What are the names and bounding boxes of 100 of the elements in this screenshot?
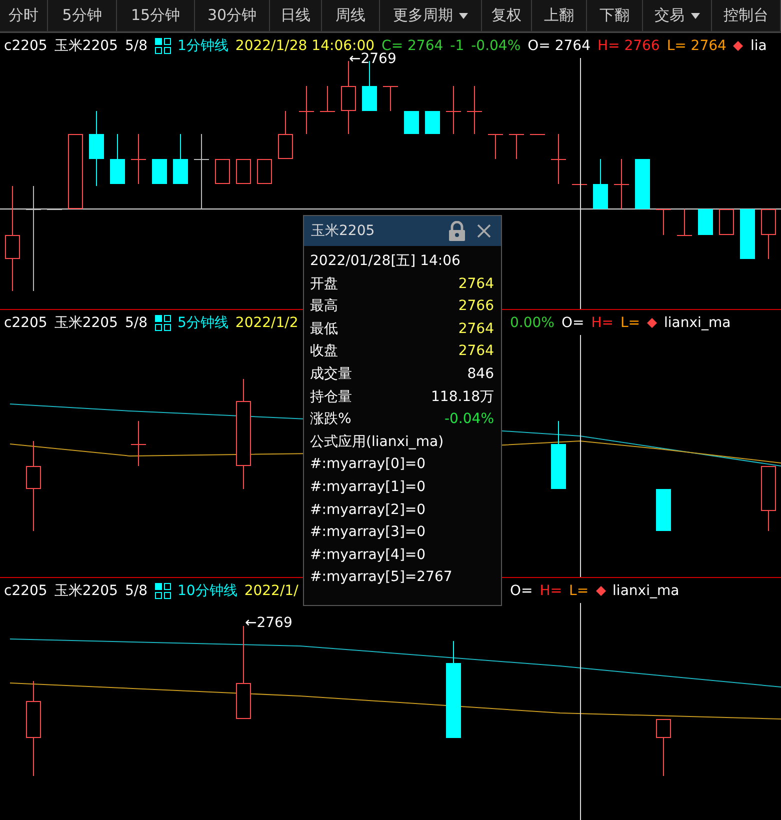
period-tab[interactable]: 15分钟 bbox=[117, 0, 195, 31]
period-tab[interactable]: 5分钟 bbox=[48, 0, 117, 31]
candlestick bbox=[46, 209, 62, 210]
dropdown-button[interactable]: 更多周期 bbox=[380, 0, 482, 31]
period-label: 1分钟线 bbox=[178, 37, 228, 55]
close-icon bbox=[477, 224, 491, 238]
low-price: L= 2764 bbox=[666, 38, 726, 54]
high-price: H= bbox=[540, 583, 562, 599]
page-count: 5/8 bbox=[124, 38, 148, 54]
timestamp: 2022/1/2 bbox=[235, 315, 298, 331]
grid-icon[interactable] bbox=[154, 38, 170, 54]
dropdown-button[interactable]: 交易 bbox=[643, 0, 712, 31]
diamond-icon bbox=[596, 586, 606, 596]
lock-icon bbox=[447, 221, 467, 241]
candlestick bbox=[425, 110, 440, 134]
price-marker: ←2769 bbox=[245, 615, 292, 631]
toolbar-button[interactable]: 上翻 bbox=[532, 0, 587, 31]
contract-name: 玉米2205 bbox=[54, 314, 118, 332]
candlestick bbox=[382, 86, 398, 112]
field-value: 2766 bbox=[458, 297, 494, 316]
diamond-icon bbox=[647, 318, 658, 328]
high-price: H= bbox=[591, 315, 614, 331]
change-percent: 0.00% bbox=[510, 315, 554, 331]
candlestick bbox=[236, 158, 251, 184]
period-tab[interactable]: 30分钟 bbox=[195, 0, 270, 31]
toolbar-button[interactable]: 复权 bbox=[482, 0, 532, 31]
low-price: L= bbox=[569, 583, 589, 599]
contract-code: c2205 bbox=[4, 38, 48, 54]
formula-output: #:myarray[0]=0 bbox=[310, 455, 427, 474]
contract-name: 玉米2205 bbox=[54, 582, 118, 600]
open-price: O= bbox=[510, 583, 533, 599]
field-label: 收盘 bbox=[310, 342, 338, 362]
candlestick bbox=[530, 134, 546, 135]
contract-name: 玉米2205 bbox=[54, 37, 118, 55]
field-label: 最高 bbox=[310, 297, 338, 316]
bar-datetime: 2022/01/28[五] 14:06 bbox=[310, 252, 462, 271]
candlestick bbox=[173, 134, 188, 184]
field-label: 开盘 bbox=[310, 274, 338, 294]
indicator-name: lia bbox=[750, 38, 767, 54]
toolbar-button[interactable]: 下翻 bbox=[587, 0, 643, 31]
candlestick bbox=[466, 86, 482, 134]
period-label: 10分钟线 bbox=[178, 582, 238, 600]
candlestick bbox=[298, 86, 314, 134]
candlestick bbox=[740, 208, 755, 260]
candlestick bbox=[550, 134, 566, 184]
price-marker: ←2769 bbox=[349, 51, 396, 67]
field-value: 2764 bbox=[458, 342, 494, 362]
candlestick bbox=[508, 134, 524, 160]
timestamp: 2022/1/ bbox=[244, 583, 298, 599]
field-label: 涨跌% bbox=[310, 410, 352, 430]
diamond-icon bbox=[733, 41, 744, 51]
formula-output: #:myarray[4]=0 bbox=[310, 546, 427, 565]
timestamp: 2022/1/28 14:06:00 bbox=[235, 38, 375, 54]
candlestick bbox=[551, 420, 566, 489]
candlestick bbox=[656, 718, 671, 776]
period-tab[interactable]: 周线 bbox=[322, 0, 380, 31]
candlestick bbox=[719, 208, 734, 236]
candlestick bbox=[130, 420, 146, 466]
indicator-name: lianxi_ma bbox=[664, 315, 731, 331]
candlestick bbox=[698, 208, 713, 236]
caret-icon bbox=[459, 12, 468, 18]
candlestick bbox=[676, 208, 692, 236]
open-price: O= bbox=[561, 315, 584, 331]
formula-title: 公式应用(lianxi_ma) bbox=[310, 432, 445, 452]
lock-button[interactable] bbox=[447, 221, 467, 241]
candlestick bbox=[656, 488, 671, 532]
candlestick bbox=[656, 208, 672, 236]
contract-code: c2205 bbox=[4, 583, 48, 599]
grid-icon[interactable] bbox=[154, 315, 170, 331]
open-price: O= 2764 bbox=[528, 38, 590, 54]
candlestick bbox=[761, 208, 776, 260]
candlestick bbox=[635, 158, 650, 210]
high-price: H= 2766 bbox=[597, 38, 660, 54]
formula-output: #:myarray[2]=0 bbox=[310, 500, 427, 520]
candlestick bbox=[152, 158, 167, 184]
period-label: 5分钟线 bbox=[178, 314, 228, 332]
candlestick bbox=[110, 134, 125, 184]
candlestick bbox=[446, 86, 462, 134]
indicator-name: lianxi_ma bbox=[612, 583, 680, 599]
candlestick bbox=[593, 158, 608, 210]
toolbar-button[interactable]: 控制台 bbox=[712, 0, 781, 31]
page-count: 5/8 bbox=[124, 583, 148, 599]
period-tab[interactable]: 日线 bbox=[270, 0, 322, 31]
popup-title: 玉米2205 bbox=[311, 222, 376, 241]
candlestick bbox=[488, 134, 504, 160]
candlestick bbox=[404, 110, 419, 134]
close-price: C= 2764 bbox=[382, 38, 444, 54]
candlestick bbox=[761, 466, 776, 532]
field-label: 最低 bbox=[310, 320, 338, 339]
field-label: 持仓量 bbox=[310, 388, 352, 407]
period-tab[interactable]: 分时 bbox=[0, 0, 48, 31]
close-button[interactable] bbox=[477, 224, 491, 238]
candlestick bbox=[614, 158, 630, 210]
field-value: 846 bbox=[467, 364, 494, 384]
field-label: 成交量 bbox=[310, 364, 352, 384]
field-value: 2764 bbox=[458, 320, 494, 339]
candlestick bbox=[257, 158, 272, 184]
grid-icon[interactable] bbox=[154, 583, 170, 599]
candlestick bbox=[215, 158, 230, 184]
candlestick bbox=[572, 184, 588, 185]
